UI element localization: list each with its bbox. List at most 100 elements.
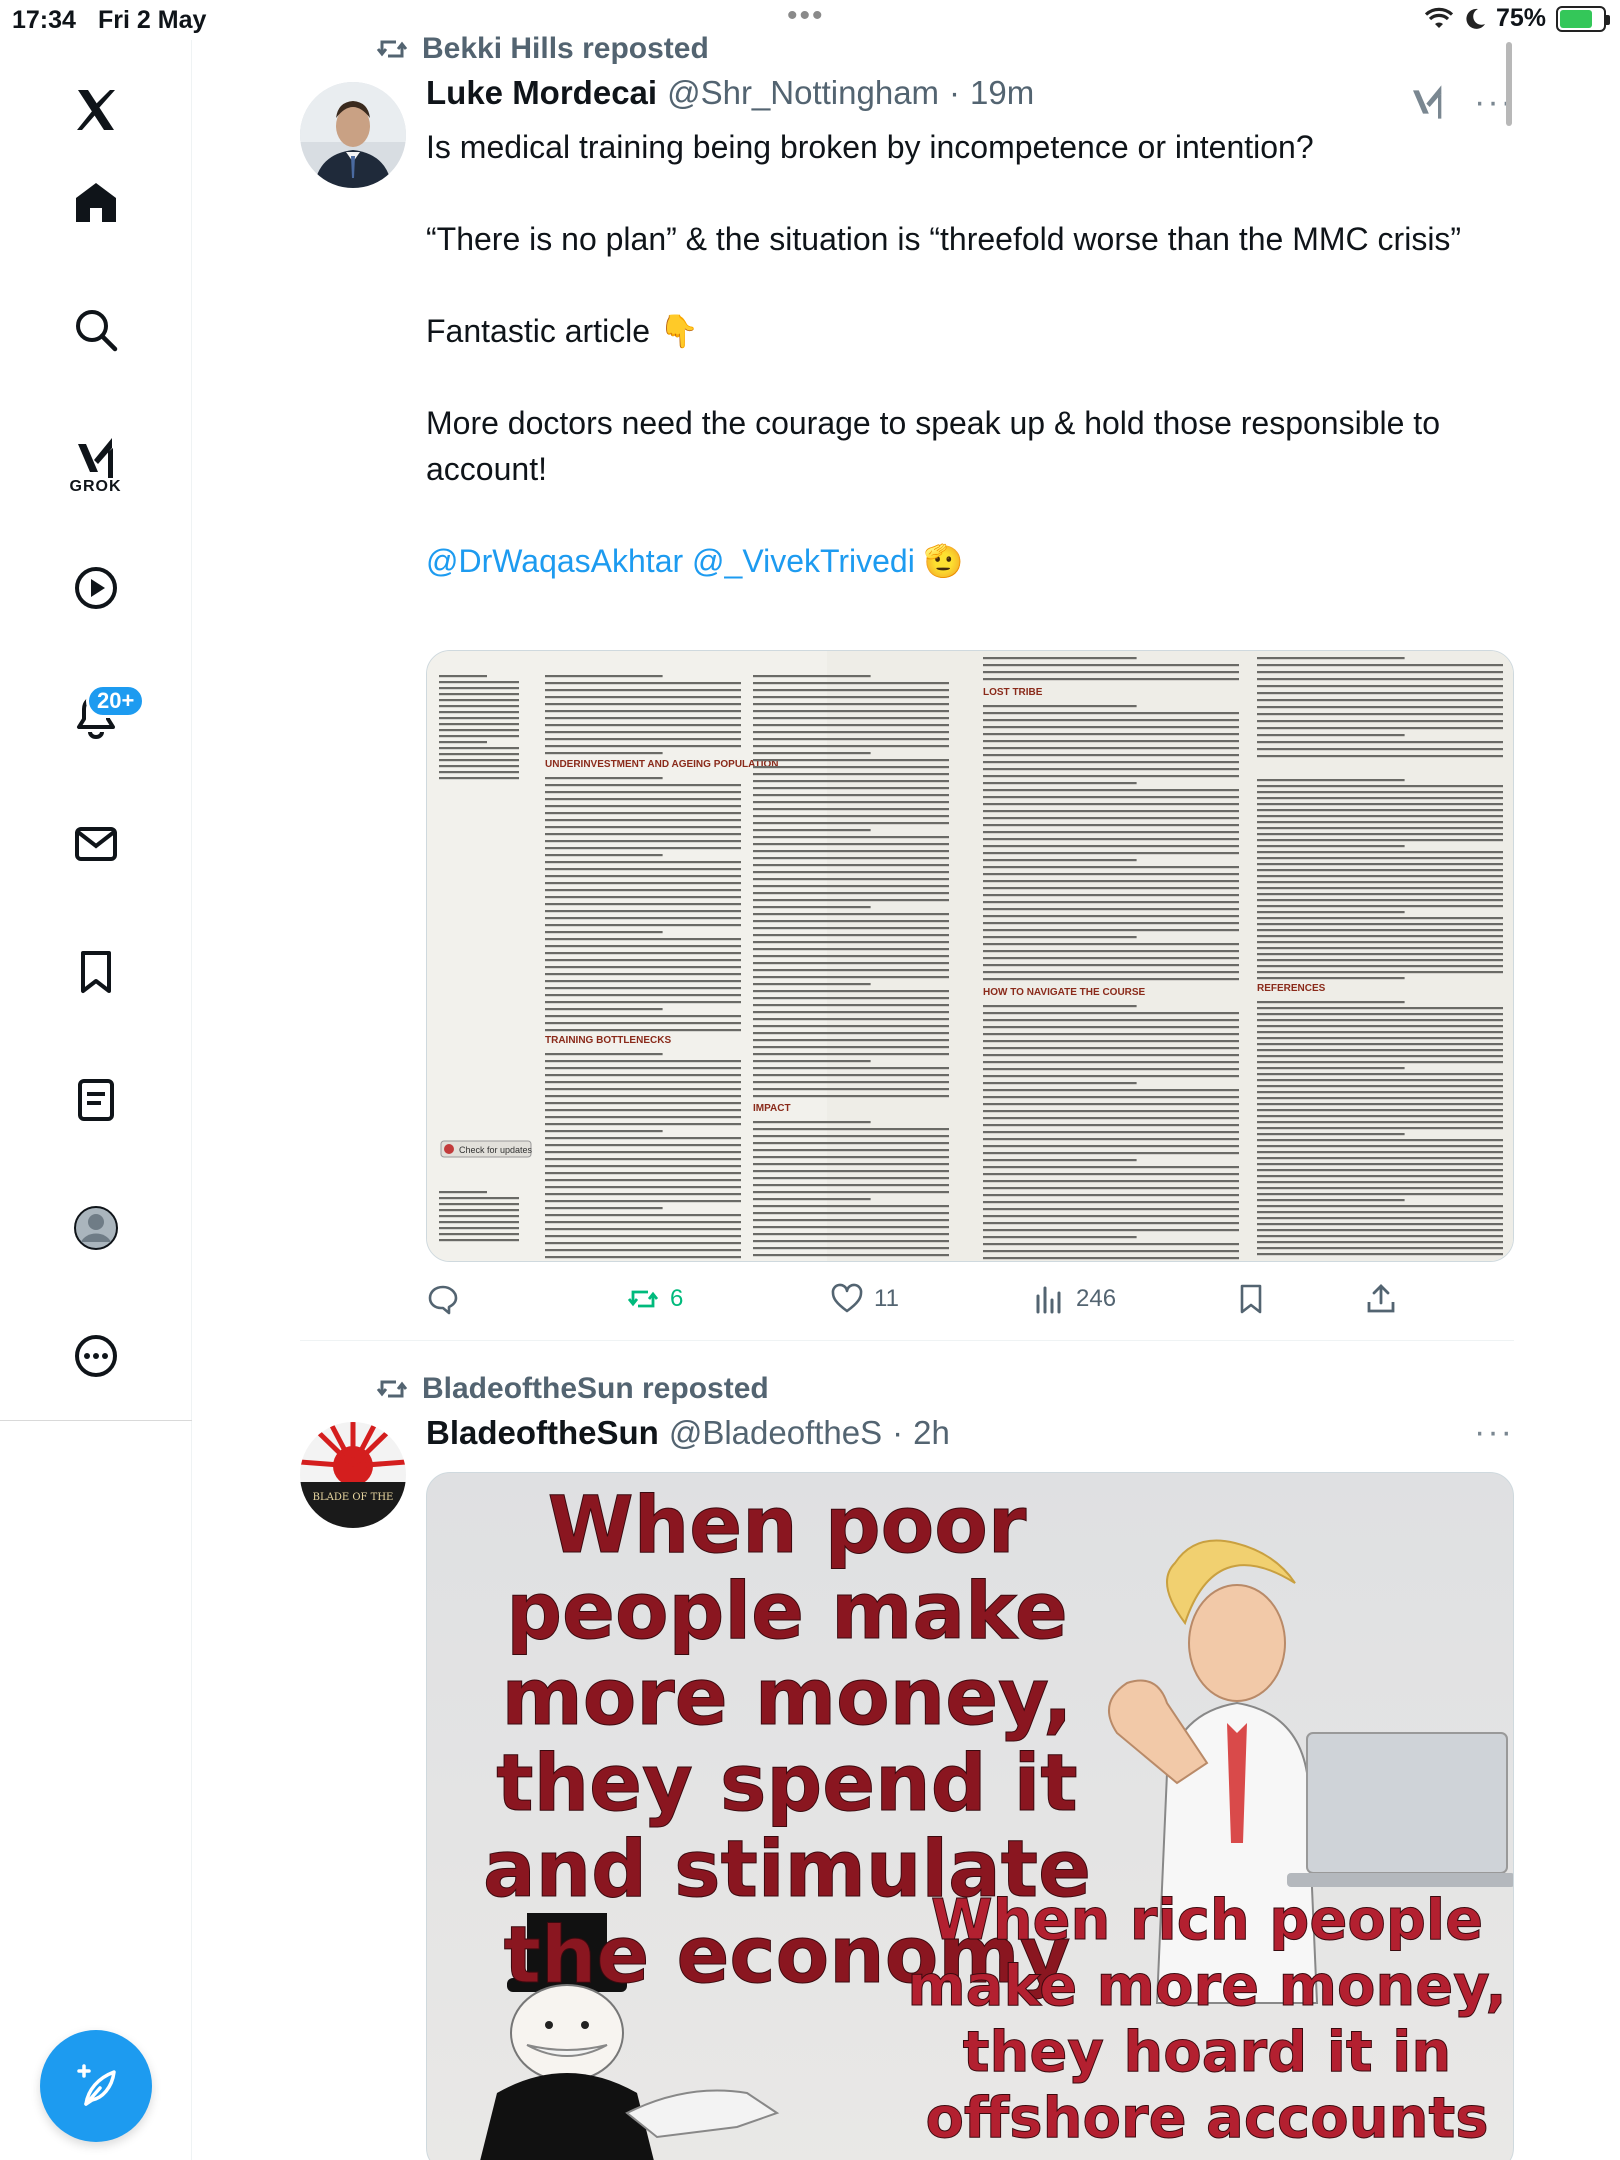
article-text-line (983, 754, 1239, 757)
article-text-line (1257, 699, 1503, 702)
article-text-line (1257, 678, 1503, 681)
article-text-line (1257, 887, 1503, 890)
post-time[interactable]: 19m (970, 74, 1034, 112)
article-text-line (1257, 1181, 1503, 1184)
article-text-line (545, 777, 663, 780)
article-text-line (545, 1151, 741, 1154)
author-handle[interactable]: @BladeoftheS (669, 1414, 882, 1452)
bookmark-button[interactable] (1234, 1282, 1268, 1316)
article-text-line (753, 871, 949, 874)
share-button[interactable] (1364, 1282, 1398, 1316)
article-text-line (753, 675, 871, 678)
article-text-line (983, 678, 1239, 681)
author-avatar[interactable]: BLADE OF THE (300, 1422, 406, 1528)
repost-by-label[interactable]: Bekki Hills reposted (422, 32, 709, 66)
article-text-line (1257, 911, 1405, 914)
article-text-line (1257, 1013, 1503, 1016)
reply-icon (428, 1285, 458, 1315)
article-text-line (983, 1082, 1137, 1085)
article-text-line (1257, 1175, 1503, 1178)
article-text-line (753, 780, 949, 783)
video-play-icon[interactable] (60, 552, 132, 624)
article-text-line (983, 901, 1239, 904)
mention-link[interactable]: @_VivekTrivedi (692, 543, 915, 579)
article-text-line (753, 1240, 949, 1243)
article-text-line (753, 1205, 949, 1208)
article-text-line (1257, 1061, 1503, 1064)
article-text-line (983, 978, 1239, 981)
status-time: 17:34 (12, 6, 76, 34)
article-text-line (753, 941, 949, 944)
article-text-line (545, 731, 741, 734)
article-text-line (1257, 1001, 1405, 1004)
views-button[interactable]: 246 (1032, 1282, 1116, 1316)
tweet-paragraph: More doctors need the courage to speak u… (426, 405, 1440, 487)
article-text-line (753, 1081, 949, 1084)
article-text-line (753, 1219, 949, 1222)
article-text-line (545, 903, 741, 906)
article-text-line (983, 664, 1239, 667)
article-heading: UNDERINVESTMENT AND AGEING POPULATION (545, 759, 779, 770)
article-text-line (1257, 1163, 1503, 1166)
article-text-line (1257, 1205, 1503, 1208)
repost-button[interactable]: 6 (626, 1282, 683, 1316)
article-text-line (753, 1247, 949, 1250)
article-text-line (1257, 657, 1405, 660)
article-text-line (1257, 755, 1503, 758)
article-text-line (1257, 1241, 1503, 1244)
article-text-line (753, 983, 871, 986)
like-count: 11 (874, 1285, 899, 1312)
repost-by-label[interactable]: BladeoftheSun reposted (422, 1372, 769, 1406)
article-text-line (1257, 923, 1503, 926)
home-icon[interactable] (60, 166, 132, 238)
article-text-line (753, 1184, 949, 1187)
article-text-line (1257, 779, 1405, 782)
scrollbar[interactable] (1506, 42, 1512, 126)
more-options-icon[interactable]: ··· (1474, 1415, 1514, 1449)
article-text-line (753, 843, 949, 846)
compose-post-button[interactable] (40, 2030, 152, 2142)
article-text-line (753, 1088, 949, 1091)
article-text-line (753, 745, 949, 748)
article-text-line (983, 1208, 1239, 1211)
article-text-line (983, 936, 1137, 939)
article-text-line (545, 1109, 741, 1112)
grok-explain-icon[interactable] (1408, 82, 1448, 122)
article-text-line (983, 1257, 1239, 1260)
search-icon[interactable] (60, 294, 132, 366)
more-options-icon[interactable] (60, 1320, 132, 1392)
article-text-line (983, 1026, 1239, 1029)
mention-link[interactable]: @DrWaqasAkhtar (426, 543, 683, 579)
post-time[interactable]: 2h (913, 1414, 950, 1452)
article-text-line (1257, 785, 1503, 788)
meme-image[interactable]: When poor people make more money, they s… (426, 1472, 1514, 2160)
article-text-line (753, 1039, 949, 1042)
article-text-line (545, 868, 741, 871)
lists-icon[interactable] (60, 1064, 132, 1136)
article-heading: HOW TO NAVIGATE THE COURSE (983, 987, 1146, 998)
author-handle[interactable]: @Shr_Nottingham (667, 74, 939, 112)
x-logo-icon[interactable] (60, 74, 132, 146)
article-text-line (545, 1029, 741, 1032)
article-text-line (983, 1243, 1239, 1246)
profile-avatar-icon[interactable] (60, 1192, 132, 1264)
article-text-line (1257, 809, 1503, 812)
like-button[interactable]: 11 (830, 1282, 899, 1316)
article-text-line (1257, 1223, 1503, 1226)
views-chart-icon (1036, 1286, 1061, 1314)
author-name[interactable]: Luke Mordecai (426, 74, 657, 112)
bookmarks-icon[interactable] (60, 936, 132, 1008)
author-name[interactable]: BladeoftheSun (426, 1414, 659, 1452)
article-image[interactable]: Check for updates UNDERINVESTMENT AND AG… (426, 650, 1514, 1262)
author-avatar[interactable] (300, 82, 406, 188)
article-text-line (1257, 1067, 1405, 1070)
reply-button[interactable] (426, 1282, 470, 1316)
messages-envelope-icon[interactable] (60, 808, 132, 880)
avatar-text: BLADE OF THE (313, 1492, 394, 1503)
article-text-line (983, 845, 1239, 848)
article-text-line (983, 1131, 1239, 1134)
article-text-line (1257, 1097, 1503, 1100)
article-text-line (545, 1095, 741, 1098)
article-text-line (1257, 815, 1503, 818)
article-text-line (753, 927, 949, 930)
